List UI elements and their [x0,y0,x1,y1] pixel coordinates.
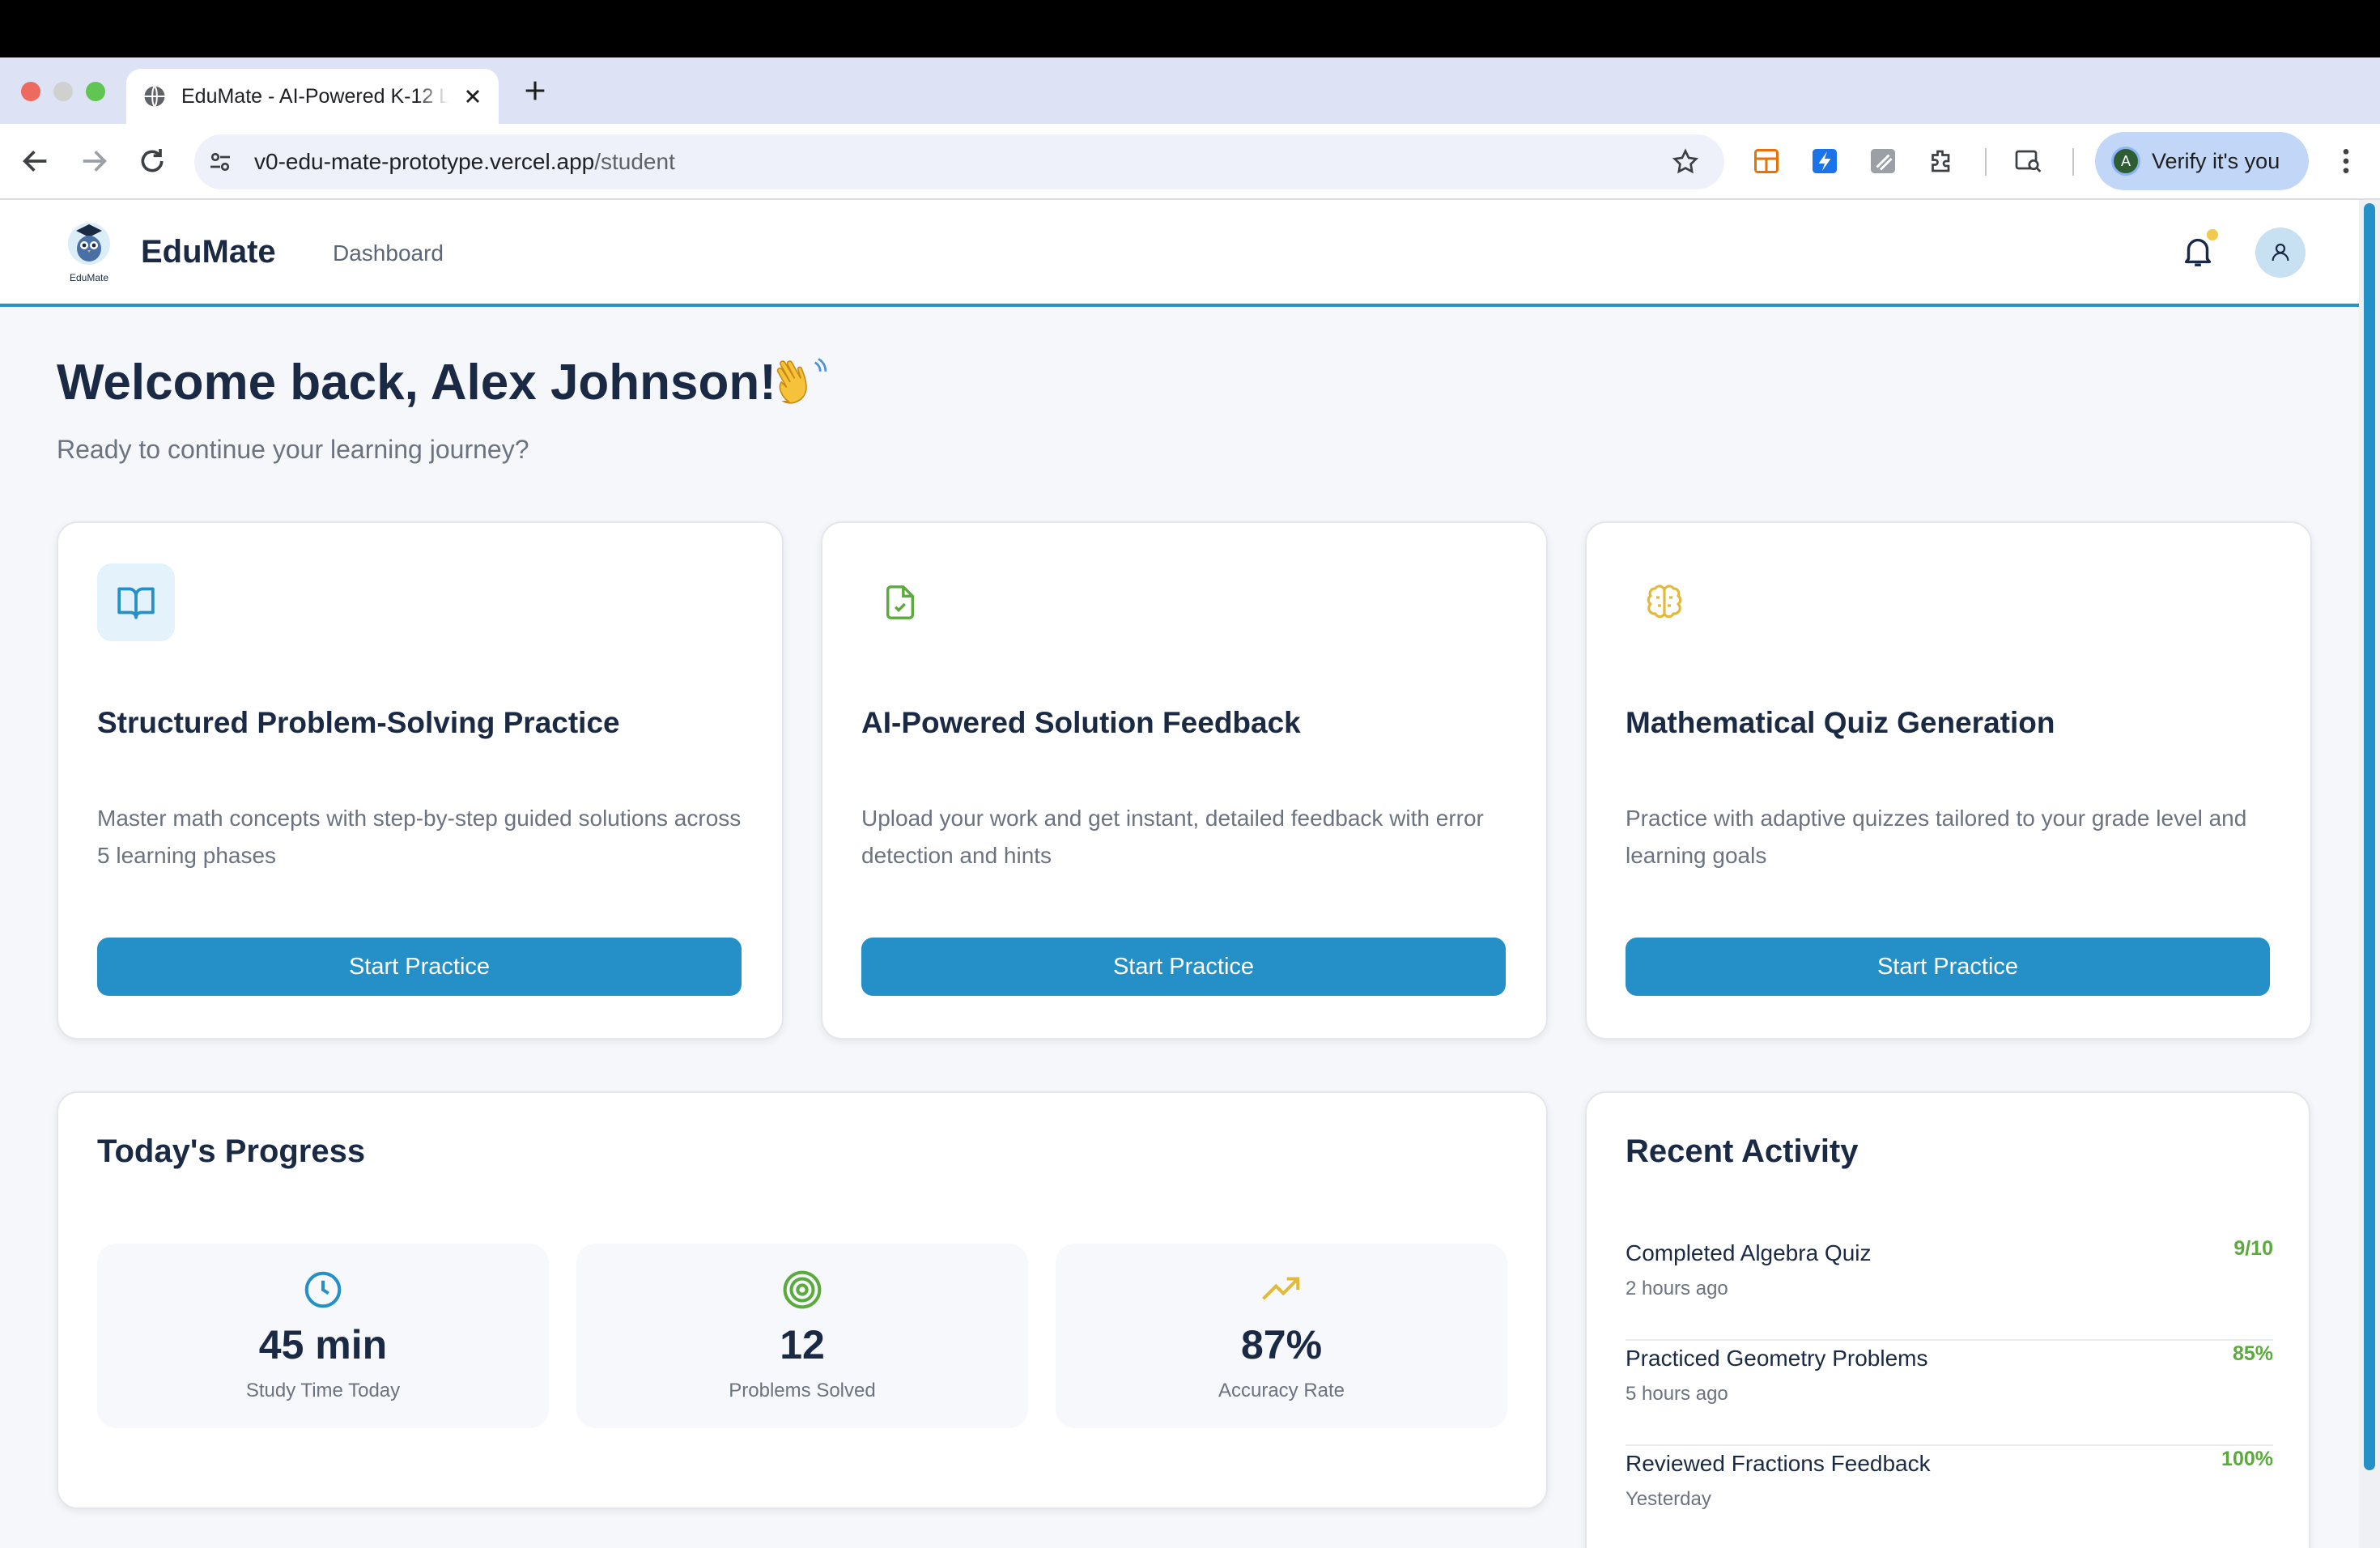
page-viewport: EduMate EduMate Dashboard Welcome back, … [0,200,2380,1548]
activity-item-time: Yesterday [1626,1488,1711,1510]
feature-description: Upload your work and get instant, detail… [861,806,1484,868]
target-icon [783,1270,822,1309]
activity-item-title: Completed Algebra Quiz [1626,1240,1872,1265]
feature-description: Practice with adaptive quizzes tailored … [1626,806,2247,868]
page-scrollbar[interactable] [2359,200,2380,1548]
progress-title: Today's Progress [97,1133,366,1169]
trending-up-icon [1262,1277,1300,1300]
globe-icon [144,85,165,108]
todays-progress-card: Today's Progress 45 min Study Time Today… [57,1091,1548,1509]
new-tab-icon[interactable] [521,77,549,104]
stat-accuracy-rate: 87% Accuracy Rate [1056,1244,1507,1428]
clock-icon [304,1271,342,1308]
feature-title: AI-Powered Solution Feedback [861,706,1301,739]
brain-icon [1626,563,1703,641]
start-practice-button[interactable]: Start Practice [1626,938,2270,996]
close-window-button[interactable] [21,82,40,101]
feature-card-quiz-generation: Mathematical Quiz Generation Practice wi… [1585,521,2312,1040]
slash-extension-icon[interactable] [1868,147,1898,176]
url-host: v0-edu-mate-prototype.vercel.app [254,149,595,174]
puzzle-extensions-icon[interactable] [1927,147,1956,176]
browser-toolbar: v0-edu-mate-prototype.vercel.app/student… [0,124,2380,200]
feature-card-solution-feedback: AI-Powered Solution Feedback Upload your… [821,521,1548,1040]
close-tab-icon[interactable] [461,85,484,108]
app-header: EduMate EduMate Dashboard [0,200,2359,307]
minimize-window-button[interactable] [53,82,73,101]
feature-description: Master math concepts with step-by-step g… [97,806,742,868]
toolbar-separator [2072,148,2074,176]
user-icon [2272,243,2289,262]
activity-title: Recent Activity [1626,1133,1859,1169]
toolbar-separator [1985,148,1987,176]
browser-tab-strip: EduMate - AI-Powered K-12 Learning [0,57,2380,124]
stat-value: 87% [1240,1322,1323,1367]
activity-item-title: Reviewed Fractions Feedback [1626,1451,1931,1476]
verify-label: Verify it's you [2152,148,2280,173]
forward-arrow-icon[interactable] [78,145,110,177]
feature-card-problem-solving: Structured Problem-Solving Practice Mast… [57,521,784,1040]
address-bar[interactable]: v0-edu-mate-prototype.vercel.app/student [194,134,1724,189]
url-path: /student [594,149,675,174]
waving-hand-icon [776,358,827,404]
stat-label: Study Time Today [245,1380,401,1401]
file-check-icon [861,563,939,641]
profile-verify-button[interactable]: A Verify it's you [2095,132,2309,190]
site-settings-icon[interactable] [206,147,235,176]
notification-dot [2207,229,2218,240]
activity-item-score: 9/10 [2233,1237,2273,1260]
stat-problems-solved: 12 Problems Solved [576,1244,1028,1428]
start-practice-button[interactable]: Start Practice [97,938,742,996]
brand-name: EduMate [141,234,276,270]
activity-item-time: 2 hours ago [1626,1278,1728,1299]
browser-menu-icon[interactable] [2330,145,2362,177]
scrollbar-thumb[interactable] [2364,203,2375,1470]
stat-label: Problems Solved [729,1380,876,1401]
tab-title: EduMate - AI-Powered K-12 Learning [181,84,448,108]
back-arrow-icon[interactable] [19,145,52,177]
reload-icon[interactable] [136,145,168,177]
nav-dashboard-link[interactable]: Dashboard [333,240,444,266]
profile-avatar: A [2111,147,2140,176]
activity-item[interactable]: Reviewed Fractions Feedback Yesterday 10… [1626,1446,2273,1548]
zoom-window-button[interactable] [86,82,105,101]
logo-caption: EduMate [70,272,108,283]
bookmark-star-icon[interactable] [1671,147,1700,176]
url-text: v0-edu-mate-prototype.vercel.app/student [254,149,675,175]
activity-item-time: 5 hours ago [1626,1383,1728,1405]
screen-top-bar [0,0,2380,57]
activity-item-score: 100% [2221,1448,2273,1470]
activity-item[interactable]: Completed Algebra Quiz 2 hours ago 9/10 [1626,1235,2273,1341]
activity-item-title: Practiced Geometry Problems [1626,1346,1928,1371]
window-controls [21,82,105,101]
activity-item-score: 85% [2232,1342,2273,1365]
user-avatar-button[interactable] [2255,228,2306,278]
book-open-icon [97,563,175,641]
stat-value: 45 min [258,1322,388,1367]
stat-value: 12 [780,1322,825,1367]
start-practice-button[interactable]: Start Practice [861,938,1506,996]
welcome-heading: Welcome back, Alex Johnson! [57,355,776,410]
feature-title: Structured Problem-Solving Practice [97,706,620,739]
edumate-owl-logo[interactable]: EduMate [60,219,118,284]
activity-item[interactable]: Practiced Geometry Problems 5 hours ago … [1626,1341,2273,1446]
recent-activity-card: Recent Activity Completed Algebra Quiz 2… [1585,1091,2310,1548]
browser-tab-active[interactable]: EduMate - AI-Powered K-12 Learning [126,69,499,124]
feature-title: Mathematical Quiz Generation [1626,706,2055,739]
stat-study-time: 45 min Study Time Today [97,1244,549,1428]
tab-search-icon[interactable] [2014,147,2043,176]
welcome-subtitle: Ready to continue your learning journey? [57,435,529,464]
layout-extension-icon[interactable] [1752,147,1781,176]
bolt-extension-icon[interactable] [1810,147,1839,176]
stat-label: Accuracy Rate [1218,1380,1345,1401]
